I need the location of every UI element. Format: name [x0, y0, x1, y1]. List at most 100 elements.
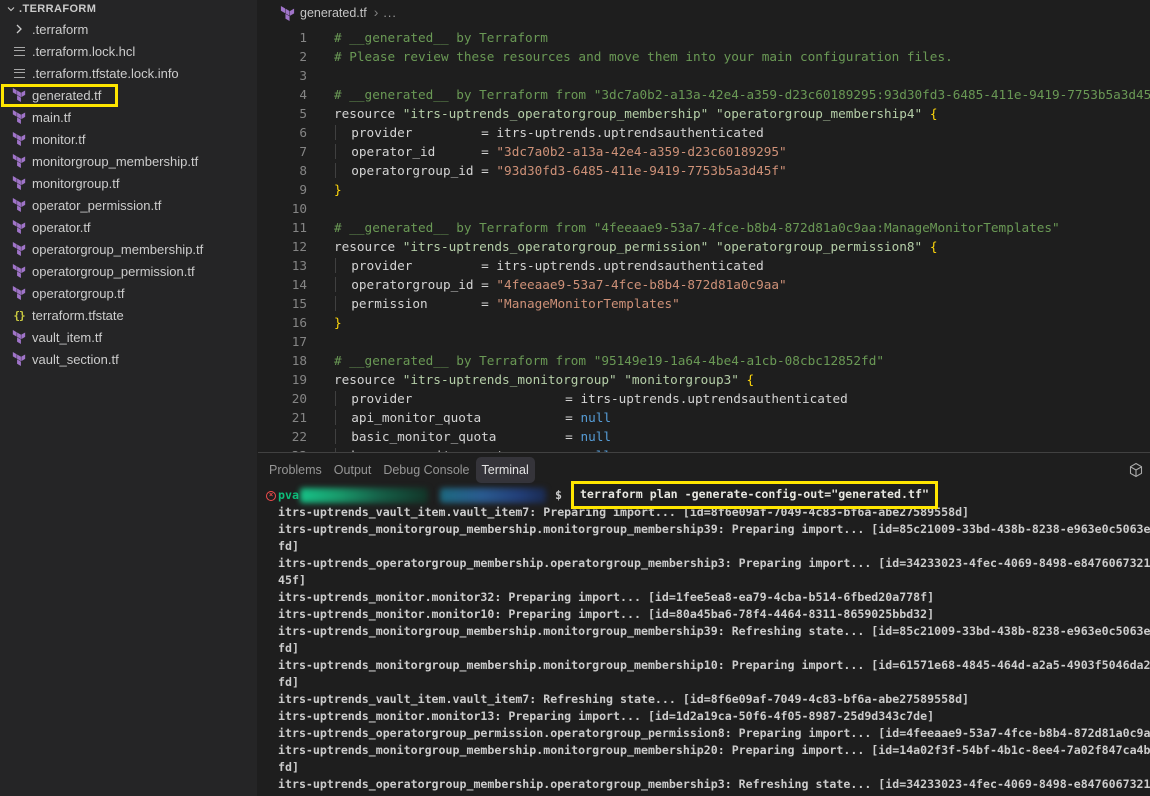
terraform-icon	[11, 219, 27, 235]
code-line-8: 8 operatorgroup_id = "93d30fd3-6485-411e…	[258, 161, 1150, 180]
file-label: monitorgroup.tf	[32, 176, 119, 191]
code-area[interactable]: 1# __generated__ by Terraform2# Please r…	[258, 28, 1150, 453]
tab-output[interactable]: Output	[328, 457, 378, 483]
line-number: 13	[258, 256, 307, 275]
redacted-blur-green	[300, 488, 428, 503]
code-line-13: 13 provider = itrs-uptrends.uptrendsauth…	[258, 256, 1150, 275]
redacted-blur-blue	[440, 488, 546, 503]
tab-debug-console[interactable]: Debug Console	[377, 457, 475, 483]
file-label: generated.tf	[32, 88, 101, 103]
command-failed-icon: ×	[266, 491, 276, 501]
line-number: 2	[258, 47, 307, 66]
line-number: 11	[258, 218, 307, 237]
code-line-1: 1# __generated__ by Terraform	[258, 28, 1150, 47]
file-label: terraform.tfstate	[32, 308, 124, 323]
terminal-line: 45f]	[278, 572, 1150, 589]
terminal-line: itrs-uptrends_operatorgroup_membership.o…	[278, 555, 1150, 572]
code-line-21: 21 api_monitor_quota = null	[258, 408, 1150, 427]
explorer-sidebar: .TERRAFORM .terraform .terraform.lock.hcl…	[0, 0, 257, 796]
file-list: .terraform .terraform.lock.hcl .terraform.…	[0, 18, 257, 370]
terminal-line: itrs-uptrends_monitorgroup_membership.mo…	[278, 657, 1150, 674]
breadcrumb-symbol-ellipsis[interactable]: ...	[383, 6, 396, 20]
terminal-line: itrs-uptrends_monitorgroup_membership.mo…	[278, 742, 1150, 759]
file-item-main-tf[interactable]: main.tf	[0, 106, 257, 128]
file-label: operatorgroup.tf	[32, 286, 125, 301]
line-number: 3	[258, 66, 307, 85]
terraform-icon	[11, 175, 27, 191]
panel-actions	[1128, 462, 1144, 483]
terminal-command-highlight: terraform plan -generate-config-out="gen…	[571, 481, 938, 509]
code-line-17: 17	[258, 332, 1150, 351]
code-line-22: 22 basic_monitor_quota = null	[258, 427, 1150, 446]
file-label: operatorgroup_membership.tf	[32, 242, 203, 257]
explorer-section-header[interactable]: .TERRAFORM	[0, 0, 257, 18]
code-line-7: 7 operator_id = "3dc7a0b2-a13a-42e4-a359…	[258, 142, 1150, 161]
line-number: 8	[258, 161, 307, 180]
terraform-icon	[11, 329, 27, 345]
editor-pane[interactable]: generated.tf › ... 1# __generated__ by T…	[258, 0, 1150, 453]
code-line-9: 9}	[258, 180, 1150, 199]
breadcrumb-filename[interactable]: generated.tf	[300, 6, 367, 20]
tab-terminal[interactable]: Terminal	[476, 457, 535, 483]
line-number: 9	[258, 180, 307, 199]
line-number: 5	[258, 104, 307, 123]
terminal-line: itrs-uptrends_vault_item.vault_item7: Re…	[278, 691, 1150, 708]
file-item-operatorgroup-permission-tf[interactable]: operatorgroup_permission.tf	[0, 260, 257, 282]
code-line-2: 2# Please review these resources and mov…	[258, 47, 1150, 66]
code-line-10: 10	[258, 199, 1150, 218]
file-item-monitorgroup-membership-tf[interactable]: monitorgroup_membership.tf	[0, 150, 257, 172]
terraform-icon	[11, 153, 27, 169]
file-item-monitorgroup-tf[interactable]: monitorgroup.tf	[0, 172, 257, 194]
chevron-right-icon	[11, 21, 27, 37]
code-line-12: 12resource "itrs-uptrends_operatorgroup_…	[258, 237, 1150, 256]
file-item-vault-section-tf[interactable]: vault_section.tf	[0, 348, 257, 370]
terminal-line: itrs-uptrends_monitor.monitor13: Prepari…	[278, 708, 1150, 725]
doc-icon	[11, 65, 27, 81]
code-line-15: 15 permission = "ManageMonitorTemplates"	[258, 294, 1150, 313]
file-item-vault-item-tf[interactable]: vault_item.tf	[0, 326, 257, 348]
file-item-operatorgroup-tf[interactable]: operatorgroup.tf	[0, 282, 257, 304]
terminal[interactable]: × pva $ terraform plan -generate-config-…	[258, 487, 1150, 793]
explorer-section-label: .TERRAFORM	[19, 3, 96, 15]
file-item-terraform-tfstate-lock-info[interactable]: .terraform.tfstate.lock.info	[0, 62, 257, 84]
terraform-icon	[11, 109, 27, 125]
line-number: 17	[258, 332, 307, 351]
vscode-window: { "colors": { "editor-bg": "#1e1e1e", "s…	[0, 0, 1150, 796]
file-label: monitor.tf	[32, 132, 85, 147]
tab-problems[interactable]: Problems	[263, 457, 328, 483]
file-label: vault_item.tf	[32, 330, 102, 345]
line-number: 12	[258, 237, 307, 256]
terraform-icon	[11, 263, 27, 279]
file-item-generated-tf[interactable]: generated.tf	[0, 84, 257, 106]
prompt-user: pva	[278, 487, 299, 504]
file-label: main.tf	[32, 110, 71, 125]
line-number: 22	[258, 427, 307, 446]
box-icon[interactable]	[1128, 462, 1144, 478]
terraform-icon	[11, 131, 27, 147]
file-item-operator-tf[interactable]: operator.tf	[0, 216, 257, 238]
line-number: 6	[258, 123, 307, 142]
chevron-down-icon	[5, 3, 17, 15]
terraform-file-icon	[280, 6, 295, 21]
breadcrumb[interactable]: generated.tf › ...	[258, 0, 1150, 26]
file-item-terraform-tfstate[interactable]: {}terraform.tfstate	[0, 304, 257, 326]
terminal-line: itrs-uptrends_monitorgroup_membership.mo…	[278, 521, 1150, 538]
code-line-18: 18# __generated__ by Terraform from "951…	[258, 351, 1150, 370]
file-item-terraform-lock-hcl[interactable]: .terraform.lock.hcl	[0, 40, 257, 62]
file-item-operator-permission-tf[interactable]: operator_permission.tf	[0, 194, 257, 216]
file-item-operatorgroup-membership-tf[interactable]: operatorgroup_membership.tf	[0, 238, 257, 260]
file-item-monitor-tf[interactable]: monitor.tf	[0, 128, 257, 150]
line-number: 20	[258, 389, 307, 408]
file-label: monitorgroup_membership.tf	[32, 154, 198, 169]
file-item-terraform[interactable]: .terraform	[0, 18, 257, 40]
terminal-output: itrs-uptrends_vault_item.vault_item7: Pr…	[278, 504, 1150, 793]
file-label: .terraform	[32, 22, 88, 37]
terminal-line: itrs-uptrends_operatorgroup_permission.o…	[278, 725, 1150, 742]
terminal-line: itrs-uptrends_monitor.monitor32: Prepari…	[278, 589, 1150, 606]
line-number: 14	[258, 275, 307, 294]
line-number: 7	[258, 142, 307, 161]
file-label: .terraform.tfstate.lock.info	[32, 66, 179, 81]
terraform-icon	[11, 197, 27, 213]
line-number: 1	[258, 28, 307, 47]
terraform-icon	[11, 87, 27, 103]
